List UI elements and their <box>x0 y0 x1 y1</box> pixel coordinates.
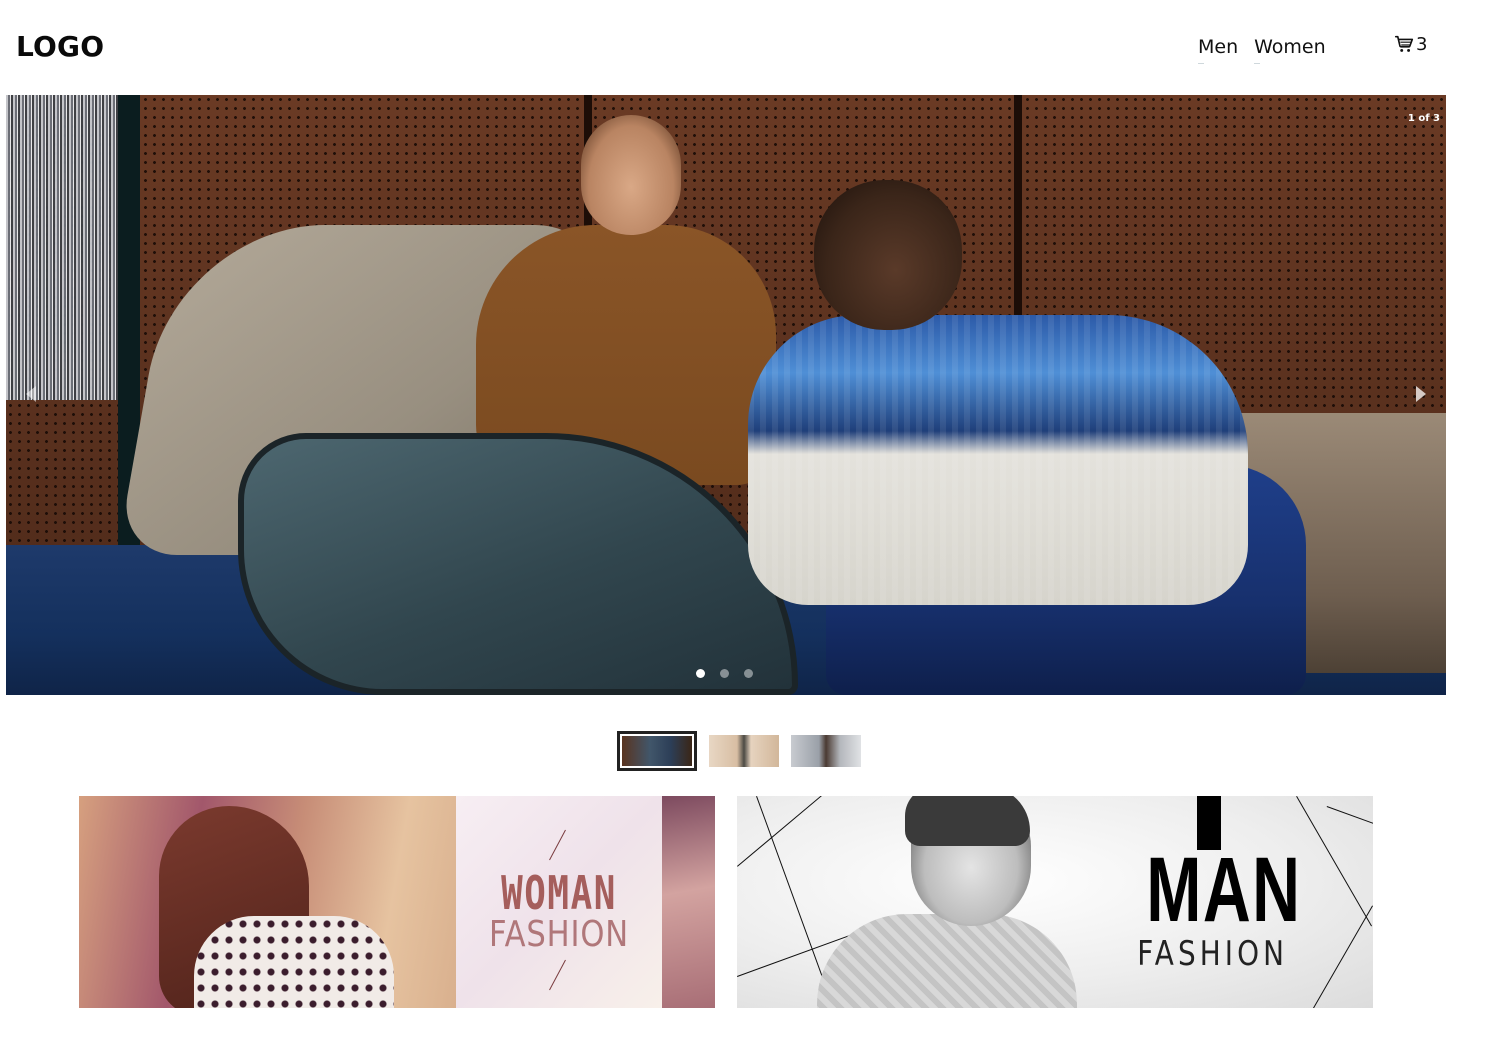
model-1-head <box>581 115 681 235</box>
chevron-right-icon[interactable] <box>1416 386 1426 402</box>
decorative-line <box>1326 806 1373 848</box>
cart-count: 3 <box>1416 33 1428 55</box>
model-2-sweater <box>748 315 1248 605</box>
slide-counter: 1 of 3 <box>1407 113 1440 124</box>
carousel-dot-1[interactable] <box>696 669 705 678</box>
woman-banner-subtitle: FASHION <box>488 914 630 955</box>
cart-icon <box>1394 35 1414 52</box>
woman-photo-edge <box>662 796 715 1008</box>
thumbnail-image <box>622 736 692 766</box>
decorative-line <box>737 796 822 867</box>
woman-fashion-banner[interactable]: WOMAN FASHION <box>79 796 715 1008</box>
logo[interactable]: LOGO <box>16 30 104 63</box>
tinsel-curtain <box>6 95 118 400</box>
decorative-line <box>1312 905 1373 1008</box>
decorative-line <box>1296 796 1372 927</box>
hero-carousel[interactable]: 1 of 3 <box>6 95 1446 695</box>
man-fashion-banner[interactable]: MAN FASHION <box>737 796 1373 1008</box>
man-banner-subtitle: FASHION <box>1137 934 1289 974</box>
woman-top <box>194 916 394 1008</box>
carousel-dots <box>696 669 753 678</box>
chevron-left-icon[interactable] <box>26 386 36 402</box>
cart-button[interactable]: 3 <box>1393 33 1427 55</box>
man-jacket <box>817 914 1077 1008</box>
thumbnail-1[interactable] <box>617 731 697 771</box>
woman-banner-title: WOMAN <box>501 866 617 920</box>
carousel-dot-2[interactable] <box>720 669 729 678</box>
carousel-thumbnails <box>617 731 861 771</box>
nav-link-men[interactable]: Men <box>1198 36 1238 64</box>
nav-link-women[interactable]: Women <box>1254 36 1326 64</box>
main-nav: Men Women <box>1198 36 1326 64</box>
thumbnail-2[interactable] <box>709 735 779 767</box>
man-hair <box>905 796 1030 846</box>
model-2-head <box>814 180 962 330</box>
man-banner-title: MAN <box>1146 839 1302 941</box>
thumbnail-3[interactable] <box>791 735 861 767</box>
carousel-dot-3[interactable] <box>744 669 753 678</box>
hero-image <box>6 95 1446 695</box>
